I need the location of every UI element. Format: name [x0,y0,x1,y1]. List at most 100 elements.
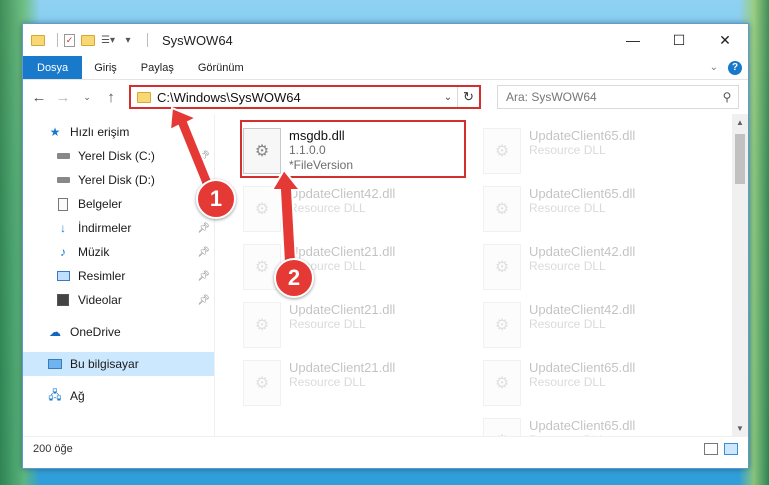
sidebar-item-disk-d[interactable]: Yerel Disk (D:) [23,168,214,192]
file-type: Resource DLL [289,375,366,389]
sidebar-item-this-pc[interactable]: Bu bilgisayar [23,352,214,376]
file-meta: UpdateClient65.dllResource DLL [529,356,635,390]
tiles-view-icon[interactable] [724,442,738,455]
sidebar-item-documents[interactable]: Belgeler 📌︎ [23,192,214,216]
sidebar-item-videos[interactable]: Videolar 📌︎ [23,288,214,312]
maximize-button[interactable]: ☐ [656,24,702,56]
network-icon: 🖧︎ [48,387,62,402]
file-type: Resource DLL [289,317,366,331]
file-name: UpdateClient65.dll [529,360,636,375]
file-name: UpdateClient65.dll [529,418,636,433]
search-icon[interactable]: ⚲ [716,90,738,104]
sidebar-item-label: İndirmeler [78,221,132,235]
step-badge-1: 1 [196,179,236,219]
dll-file-icon: ⚙ [483,302,521,348]
minimize-button[interactable]: — [610,24,656,56]
sidebar-item-onedrive[interactable]: ☁ OneDrive [23,320,214,344]
sidebar-item-label: Yerel Disk (D:) [78,173,155,187]
dll-file-icon: ⚙ [243,186,281,232]
back-button[interactable]: ← [29,87,49,107]
list-item[interactable]: ⚙ UpdateClient42.dll Resource DLL [237,182,457,238]
folder-icon [31,33,45,47]
expand-ribbon-icon[interactable]: ⌄ [710,62,718,73]
file-type: Resource DLL [529,201,606,215]
properties-icon[interactable]: ✓ [64,33,75,47]
videos-icon [55,293,71,307]
documents-icon [55,197,71,211]
list-item[interactable]: ⚙ UpdateClient65.dllResource DLL [477,182,697,238]
sidebar-item-label: Hızlı erişim [70,125,130,139]
file-type: Resource DLL [529,143,606,157]
list-item[interactable]: ⚙ UpdateClient65.dllResource DLL [477,356,697,412]
file-meta: UpdateClient65.dllResource DLL [529,182,635,216]
sidebar-item-network[interactable]: 🖧︎ Ağ [23,384,214,408]
list-item[interactable]: ⚙ UpdateClient42.dll Resource DLL [477,240,697,296]
sidebar-item-music[interactable]: ♪ Müzik 📌︎ [23,240,214,264]
file-type: Resource DLL [529,375,606,389]
separator [147,33,148,47]
file-type: Resource DLL [529,317,606,331]
file-meta: UpdateClient42.dll Resource DLL [289,182,395,216]
up-button[interactable]: ↑ [101,87,121,107]
ribbon-tabs: Dosya Giriş Paylaş Görünüm ⌄ ? [23,56,748,80]
tab-share[interactable]: Paylaş [129,56,186,79]
separator [57,33,58,47]
forward-button[interactable]: → [53,87,73,107]
address-dropdown-icon[interactable]: ⌄ [439,92,457,103]
refresh-icon[interactable]: ↻ [457,87,479,107]
sidebar-item-label: Yerel Disk (C:) [78,149,155,163]
scroll-down-icon[interactable]: ▼ [732,420,748,436]
tab-file[interactable]: Dosya [23,56,83,79]
list-item[interactable]: ⚙ UpdateClient42.dll Resource DLL [477,298,697,354]
close-button[interactable]: ✕ [702,24,748,56]
pin-icon: 📌︎ [197,150,210,162]
pin-icon: 📌︎ [197,222,210,234]
sidebar-item-pictures[interactable]: Resimler 📌︎ [23,264,214,288]
address-path[interactable]: C:\Windows\SysWOW64 [157,90,439,105]
sidebar-item-label: Müzik [78,245,110,259]
pin-icon: 📌︎ [197,246,210,258]
highlight-box [240,120,466,178]
pin-icon: 📌︎ [197,270,210,282]
status-bar: 200 öğe [23,436,748,460]
pictures-icon [55,269,71,283]
sidebar-item-label: OneDrive [70,325,121,339]
file-name: UpdateClient21.dll [289,302,396,317]
customize-toolbar-icon[interactable]: ☰▾ [101,33,115,47]
tab-home[interactable]: Giriş [82,56,129,79]
file-name: UpdateClient21.dll [289,244,396,259]
dll-file-icon: ⚙ [483,128,521,174]
list-item[interactable]: ⚙ UpdateClient65.dllResource DLL [477,124,697,180]
sidebar-item-downloads[interactable]: ↓ İndirmeler 📌︎ [23,216,214,240]
vertical-scrollbar[interactable]: ▲ ▼ [732,114,748,436]
scroll-thumb[interactable] [735,134,745,184]
ribbon-right: ⌄ ? [710,56,748,79]
dll-file-icon: ⚙ [483,186,521,232]
sidebar-item-label: Resimler [78,269,126,283]
help-icon[interactable]: ? [728,60,742,75]
address-bar[interactable]: C:\Windows\SysWOW64 ⌄ ↻ [129,85,481,109]
address-row: ← → ⌄ ↑ C:\Windows\SysWOW64 ⌄ ↻ Ara: Sys… [23,80,748,114]
sidebar-item-quick-access[interactable]: ★ Hızlı erişim [23,120,214,144]
list-item[interactable]: ⚙ UpdateClient65.dllResource DLL [477,414,697,436]
drive-icon [55,173,71,187]
tab-view[interactable]: Görünüm [186,56,256,79]
download-icon: ↓ [60,221,66,235]
file-type: Resource DLL [529,433,635,436]
qa-dropdown-icon[interactable]: ▾ [121,33,135,47]
new-folder-icon[interactable] [81,33,95,47]
window-controls: — ☐ ✕ [610,24,748,56]
file-meta: UpdateClient65.dllResource DLL [529,414,635,436]
dll-file-icon: ⚙ [243,360,281,406]
list-item[interactable]: ⚙ UpdateClient21.dll Resource DLL [237,356,457,412]
list-item[interactable]: ⚙ UpdateClient21.dll Resource DLL [237,298,457,354]
explorer-window: ✓ ☰▾ ▾ SysWOW64 — ☐ ✕ Dosya Giriş Paylaş… [22,23,749,469]
recent-locations-button[interactable]: ⌄ [77,87,97,107]
list-item[interactable]: ⚙ UpdateClient21.dll Resource DLL [237,240,457,296]
details-view-icon[interactable] [704,442,718,455]
scroll-up-icon[interactable]: ▲ [732,114,748,130]
sidebar-item-disk-c[interactable]: Yerel Disk (C:) 📌︎ [23,144,214,168]
search-input[interactable]: Ara: SysWOW64 ⚲ [497,85,739,109]
file-meta: UpdateClient42.dll Resource DLL [529,240,635,274]
file-meta: UpdateClient21.dll Resource DLL [289,356,395,390]
